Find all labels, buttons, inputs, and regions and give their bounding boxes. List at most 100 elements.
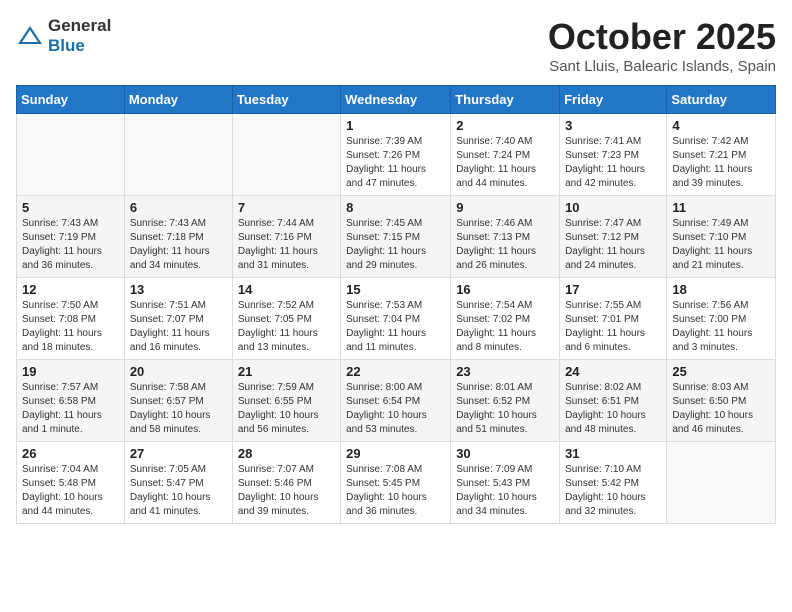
day-info: Sunrise: 7:39 AM Sunset: 7:26 PM Dayligh… [346, 135, 445, 191]
day-number: 18 [672, 282, 770, 297]
day-info: Sunrise: 7:44 AM Sunset: 7:16 PM Dayligh… [238, 217, 335, 273]
day-number: 8 [346, 200, 445, 215]
day-info: Sunrise: 7:55 AM Sunset: 7:01 PM Dayligh… [565, 299, 661, 355]
day-info: Sunrise: 7:43 AM Sunset: 7:18 PM Dayligh… [130, 217, 227, 273]
calendar-day-7: 7 Sunrise: 7:44 AM Sunset: 7:16 PM Daylig… [232, 196, 340, 278]
day-number: 5 [22, 200, 119, 215]
day-number: 10 [565, 200, 661, 215]
calendar-day-1: 1 Sunrise: 7:39 AM Sunset: 7:26 PM Daylig… [341, 114, 451, 196]
day-number: 6 [130, 200, 227, 215]
weekday-header-wednesday: Wednesday [341, 86, 451, 114]
day-number: 1 [346, 118, 445, 133]
calendar-day-9: 9Sunrise: 7:46 AM Sunset: 7:13 PM Daylig… [451, 196, 560, 278]
day-info: Sunrise: 7:09 AM Sunset: 5:43 PM Dayligh… [456, 463, 554, 519]
calendar-day-17: 17 Sunrise: 7:55 AM Sunset: 7:01 PM Dayli… [560, 278, 667, 360]
day-number: 17 [565, 282, 661, 297]
logo: General Blue [16, 16, 111, 56]
day-info: Sunrise: 7:08 AM Sunset: 5:45 PM Dayligh… [346, 463, 445, 519]
day-info: Sunrise: 7:53 AM Sunset: 7:04 PM Dayligh… [346, 299, 445, 355]
day-info: Sunrise: 7:56 AM Sunset: 7:00 PM Dayligh… [672, 299, 770, 355]
calendar-week-row: 5 Sunrise: 7:43 AM Sunset: 7:19 PM Daylig… [17, 196, 776, 278]
calendar-day-12: 12Sunrise: 7:50 AM Sunset: 7:08 PM Dayli… [17, 278, 125, 360]
day-info: Sunrise: 7:52 AM Sunset: 7:05 PM Dayligh… [238, 299, 335, 355]
day-info: Sunrise: 7:05 AM Sunset: 5:47 PM Dayligh… [130, 463, 227, 519]
day-info: Sunrise: 7:47 AM Sunset: 7:12 PM Dayligh… [565, 217, 661, 273]
calendar-day-4: 4 Sunrise: 7:42 AM Sunset: 7:21 PM Daylig… [667, 114, 776, 196]
day-number: 21 [238, 364, 335, 379]
day-info: Sunrise: 8:00 AM Sunset: 6:54 PM Dayligh… [346, 381, 445, 437]
empty-day-cell [232, 114, 340, 196]
page-header: General Blue October 2025 Sant Lluis, Ba… [16, 16, 776, 75]
day-info: Sunrise: 7:51 AM Sunset: 7:07 PM Dayligh… [130, 299, 227, 355]
day-number: 29 [346, 446, 445, 461]
logo-icon [16, 24, 44, 48]
calendar-day-5: 5 Sunrise: 7:43 AM Sunset: 7:19 PM Daylig… [17, 196, 125, 278]
day-number: 12 [22, 282, 119, 297]
day-info: Sunrise: 7:45 AM Sunset: 7:15 PM Dayligh… [346, 217, 445, 273]
calendar-day-20: 20Sunrise: 7:58 AM Sunset: 6:57 PM Dayli… [124, 360, 232, 442]
weekday-header-sunday: Sunday [17, 86, 125, 114]
title-area: October 2025 Sant Lluis, Balearic Island… [548, 16, 776, 75]
day-number: 26 [22, 446, 119, 461]
day-info: Sunrise: 7:42 AM Sunset: 7:21 PM Dayligh… [672, 135, 770, 191]
day-info: Sunrise: 7:40 AM Sunset: 7:24 PM Dayligh… [456, 135, 554, 191]
calendar-week-row: 12Sunrise: 7:50 AM Sunset: 7:08 PM Dayli… [17, 278, 776, 360]
calendar-day-22: 22 Sunrise: 8:00 AM Sunset: 6:54 PM Dayli… [341, 360, 451, 442]
empty-day-cell [667, 442, 776, 524]
calendar-day-3: 3 Sunrise: 7:41 AM Sunset: 7:23 PM Daylig… [560, 114, 667, 196]
calendar-day-23: 23Sunrise: 8:01 AM Sunset: 6:52 PM Dayli… [451, 360, 560, 442]
calendar-day-31: 31 Sunrise: 7:10 AM Sunset: 5:42 PM Dayli… [560, 442, 667, 524]
weekday-header-saturday: Saturday [667, 86, 776, 114]
day-number: 28 [238, 446, 335, 461]
calendar-day-10: 10 Sunrise: 7:47 AM Sunset: 7:12 PM Dayli… [560, 196, 667, 278]
calendar-day-2: 2 Sunrise: 7:40 AM Sunset: 7:24 PM Daylig… [451, 114, 560, 196]
day-info: Sunrise: 7:07 AM Sunset: 5:46 PM Dayligh… [238, 463, 335, 519]
calendar-day-13: 13 Sunrise: 7:51 AM Sunset: 7:07 PM Dayli… [124, 278, 232, 360]
day-number: 3 [565, 118, 661, 133]
calendar-day-11: 11Sunrise: 7:49 AM Sunset: 7:10 PM Dayli… [667, 196, 776, 278]
day-number: 11 [672, 200, 770, 215]
day-number: 19 [22, 364, 119, 379]
day-number: 7 [238, 200, 335, 215]
calendar-day-15: 15Sunrise: 7:53 AM Sunset: 7:04 PM Dayli… [341, 278, 451, 360]
logo-text-blue: Blue [48, 36, 85, 55]
day-number: 22 [346, 364, 445, 379]
calendar-day-19: 19Sunrise: 7:57 AM Sunset: 6:58 PM Dayli… [17, 360, 125, 442]
weekday-header-tuesday: Tuesday [232, 86, 340, 114]
day-info: Sunrise: 8:03 AM Sunset: 6:50 PM Dayligh… [672, 381, 770, 437]
day-info: Sunrise: 7:58 AM Sunset: 6:57 PM Dayligh… [130, 381, 227, 437]
day-number: 23 [456, 364, 554, 379]
day-info: Sunrise: 7:10 AM Sunset: 5:42 PM Dayligh… [565, 463, 661, 519]
day-number: 4 [672, 118, 770, 133]
day-number: 25 [672, 364, 770, 379]
day-info: Sunrise: 7:43 AM Sunset: 7:19 PM Dayligh… [22, 217, 119, 273]
empty-day-cell [124, 114, 232, 196]
day-number: 16 [456, 282, 554, 297]
calendar-day-21: 21 Sunrise: 7:59 AM Sunset: 6:55 PM Dayli… [232, 360, 340, 442]
calendar-day-6: 6 Sunrise: 7:43 AM Sunset: 7:18 PM Daylig… [124, 196, 232, 278]
calendar-week-row: 1 Sunrise: 7:39 AM Sunset: 7:26 PM Daylig… [17, 114, 776, 196]
day-info: Sunrise: 7:04 AM Sunset: 5:48 PM Dayligh… [22, 463, 119, 519]
weekday-header-monday: Monday [124, 86, 232, 114]
day-number: 14 [238, 282, 335, 297]
day-number: 24 [565, 364, 661, 379]
day-number: 27 [130, 446, 227, 461]
calendar-day-8: 8 Sunrise: 7:45 AM Sunset: 7:15 PM Daylig… [341, 196, 451, 278]
calendar-day-24: 24 Sunrise: 8:02 AM Sunset: 6:51 PM Dayli… [560, 360, 667, 442]
calendar-day-30: 30Sunrise: 7:09 AM Sunset: 5:43 PM Dayli… [451, 442, 560, 524]
calendar-week-row: 19Sunrise: 7:57 AM Sunset: 6:58 PM Dayli… [17, 360, 776, 442]
calendar-day-26: 26 Sunrise: 7:04 AM Sunset: 5:48 PM Dayli… [17, 442, 125, 524]
day-number: 13 [130, 282, 227, 297]
calendar-day-18: 18 Sunrise: 7:56 AM Sunset: 7:00 PM Dayli… [667, 278, 776, 360]
weekday-header-friday: Friday [560, 86, 667, 114]
calendar-day-16: 16Sunrise: 7:54 AM Sunset: 7:02 PM Dayli… [451, 278, 560, 360]
day-number: 31 [565, 446, 661, 461]
day-info: Sunrise: 8:02 AM Sunset: 6:51 PM Dayligh… [565, 381, 661, 437]
calendar-day-29: 29 Sunrise: 7:08 AM Sunset: 5:45 PM Dayli… [341, 442, 451, 524]
month-title: October 2025 [548, 16, 776, 58]
calendar-day-14: 14 Sunrise: 7:52 AM Sunset: 7:05 PM Dayli… [232, 278, 340, 360]
day-info: Sunrise: 7:59 AM Sunset: 6:55 PM Dayligh… [238, 381, 335, 437]
day-info: Sunrise: 7:41 AM Sunset: 7:23 PM Dayligh… [565, 135, 661, 191]
day-info: Sunrise: 7:46 AM Sunset: 7:13 PM Dayligh… [456, 217, 554, 273]
day-number: 2 [456, 118, 554, 133]
